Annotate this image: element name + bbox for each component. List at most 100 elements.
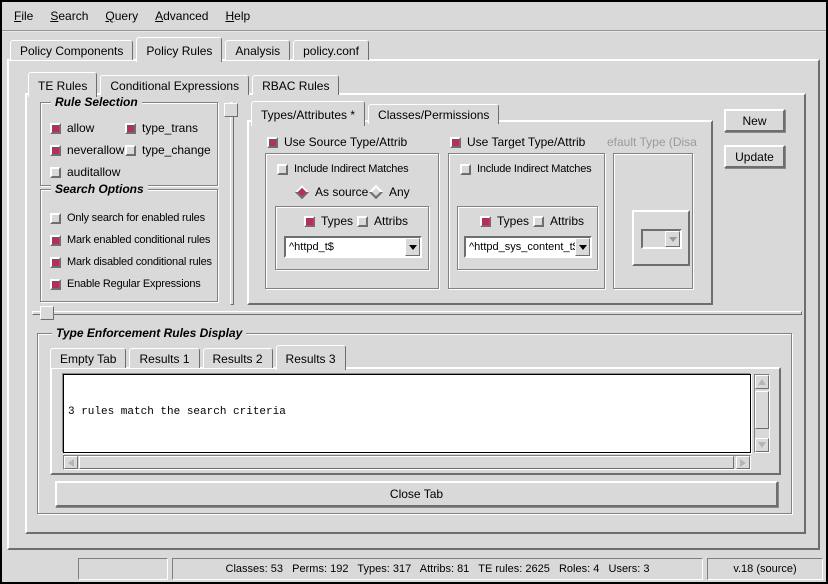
target-type-combobox[interactable]: ^httpd_sys_content_t$: [464, 236, 592, 258]
checkbox-mark-enabled-conditional[interactable]: Mark enabled conditional rules: [50, 234, 210, 246]
new-button[interactable]: New: [724, 109, 785, 132]
checkbox-label: Mark enabled conditional rules: [67, 234, 210, 246]
checkbox-indicator: [277, 164, 288, 175]
checkbox-label: Use Source Type/Attrib: [284, 135, 407, 149]
checkbox-label: type_trans: [142, 121, 198, 135]
menu-query[interactable]: Query: [105, 9, 138, 23]
checkbox-label: Include Indirect Matches: [477, 163, 591, 175]
radio-as-source[interactable]: As source: [295, 185, 368, 199]
checkbox-indicator: [50, 213, 61, 224]
horizontal-sash[interactable]: [32, 311, 802, 315]
checkbox-source-attribs[interactable]: Attribs: [357, 214, 408, 228]
dropdown-arrow-icon[interactable]: [575, 238, 590, 256]
tab-empty-tab[interactable]: Empty Tab: [50, 348, 126, 368]
main-tab-bar: Policy Components Policy Rules Analysis …: [10, 37, 372, 60]
checkbox-label: Only search for enabled rules: [67, 212, 205, 224]
checkbox-indicator: [50, 123, 61, 134]
vertical-sash-handle[interactable]: [224, 103, 238, 117]
results-frame: 3 rules match the search criteria (5822)…: [50, 367, 781, 475]
horizontal-sash-handle[interactable]: [40, 306, 54, 320]
tab-rbac-rules[interactable]: RBAC Rules: [252, 75, 339, 95]
default-type-combobox: [641, 229, 682, 249]
default-type-label: efault Type (Disa: [607, 135, 701, 150]
arrow-left-icon: [68, 459, 74, 467]
menu-search[interactable]: Search: [50, 9, 88, 23]
types-attributes-tab-bar: Types/Attributes * Classes/Permissions: [251, 101, 502, 124]
vertical-scrollbar[interactable]: [754, 374, 770, 453]
menu-help[interactable]: Help: [225, 9, 250, 23]
scroll-right-button[interactable]: [736, 456, 750, 469]
update-button[interactable]: Update: [724, 145, 785, 168]
checkbox-indicator: [460, 164, 471, 175]
source-type-combobox[interactable]: ^httpd_t$: [284, 236, 422, 258]
tab-policy-conf[interactable]: policy.conf: [293, 40, 369, 60]
tab-classes-permissions[interactable]: Classes/Permissions: [368, 104, 499, 124]
arrow-right-icon: [740, 459, 746, 467]
checkbox-use-source-type[interactable]: Use Source Type/Attrib: [267, 135, 407, 149]
tab-results-2[interactable]: Results 2: [203, 348, 273, 368]
vertical-scroll-thumb[interactable]: [755, 391, 769, 429]
scroll-up-button[interactable]: [755, 375, 769, 389]
results-summary: 3 rules match the search criteria: [68, 405, 746, 419]
close-tab-button[interactable]: Close Tab: [55, 481, 778, 507]
checkbox-target-attribs[interactable]: Attribs: [533, 214, 584, 228]
checkbox-label: Mark disabled conditional rules: [67, 256, 212, 268]
checkbox-label: neverallow: [67, 143, 124, 157]
horizontal-scrollbar[interactable]: [63, 455, 751, 470]
checkbox-label: Include Indirect Matches: [294, 163, 408, 175]
tab-policy-rules[interactable]: Policy Rules: [136, 37, 222, 62]
status-segment-empty: [78, 558, 168, 580]
checkbox-label: type_change: [142, 143, 211, 157]
scroll-left-button[interactable]: [64, 456, 78, 469]
checkbox-mark-disabled-conditional[interactable]: Mark disabled conditional rules: [50, 256, 212, 268]
checkbox-indicator: [267, 137, 278, 148]
checkbox-type-trans[interactable]: type_trans: [125, 121, 198, 135]
checkbox-target-types[interactable]: Types: [480, 214, 529, 228]
menu-file[interactable]: File: [14, 9, 33, 23]
checkbox-only-enabled-rules[interactable]: Only search for enabled rules: [50, 212, 205, 224]
results-text-area[interactable]: 3 rules match the search criteria (5822)…: [63, 374, 751, 453]
checkbox-label: Attribs: [374, 214, 408, 228]
vertical-sash[interactable]: [230, 102, 234, 305]
target-type-group: Include Indirect Matches Types Attribs ^…: [448, 153, 605, 289]
radio-any[interactable]: Any: [369, 185, 410, 199]
tab-types-attributes[interactable]: Types/Attributes *: [251, 101, 365, 126]
checkbox-neverallow[interactable]: neverallow: [50, 143, 124, 157]
types-attributes-frame: Use Source Type/Attrib Include Indirect …: [247, 120, 713, 305]
checkbox-label: Enable Regular Expressions: [67, 278, 201, 290]
checkbox-indicator: [50, 167, 61, 178]
checkbox-indicator: [450, 137, 461, 148]
horizontal-scroll-thumb[interactable]: [79, 456, 734, 469]
dropdown-arrow-icon: [665, 231, 680, 247]
tab-te-rules[interactable]: TE Rules: [28, 72, 97, 97]
menu-advanced[interactable]: Advanced: [155, 9, 208, 23]
checkbox-auditallow[interactable]: auditallow: [50, 165, 120, 179]
tab-results-1[interactable]: Results 1: [129, 348, 199, 368]
tab-analysis[interactable]: Analysis: [225, 40, 290, 60]
radio-indicator: [295, 185, 309, 199]
radio-label: Any: [389, 185, 410, 199]
tab-conditional-expressions[interactable]: Conditional Expressions: [100, 75, 249, 95]
results-display-title: Type Enforcement Rules Display: [52, 326, 246, 340]
checkbox-type-change[interactable]: type_change: [125, 143, 211, 157]
blank-line: [68, 447, 746, 453]
checkbox-indicator: [480, 216, 491, 227]
radio-indicator: [369, 185, 383, 199]
rule-selection-title: Rule Selection: [51, 95, 142, 109]
arrow-down-icon: [758, 442, 766, 448]
checkbox-source-indirect[interactable]: Include Indirect Matches: [277, 163, 408, 175]
dropdown-arrow-icon[interactable]: [405, 238, 420, 256]
checkbox-use-target-type[interactable]: Use Target Type/Attrib: [450, 135, 585, 149]
checkbox-target-indirect[interactable]: Include Indirect Matches: [460, 163, 591, 175]
checkbox-indicator: [533, 216, 544, 227]
policy-stats-text: Classes: 53 Perms: 192 Types: 317 Attrib…: [226, 563, 650, 575]
scroll-down-button[interactable]: [755, 438, 769, 452]
tab-policy-components[interactable]: Policy Components: [10, 40, 133, 60]
checkbox-enable-regex[interactable]: Enable Regular Expressions: [50, 278, 201, 290]
default-type-group: [613, 153, 693, 289]
checkbox-allow[interactable]: allow: [50, 121, 94, 135]
tab-results-3[interactable]: Results 3: [276, 345, 346, 370]
checkbox-source-types[interactable]: Types: [304, 214, 353, 228]
checkbox-label: Use Target Type/Attrib: [467, 135, 585, 149]
checkbox-indicator: [125, 123, 136, 134]
